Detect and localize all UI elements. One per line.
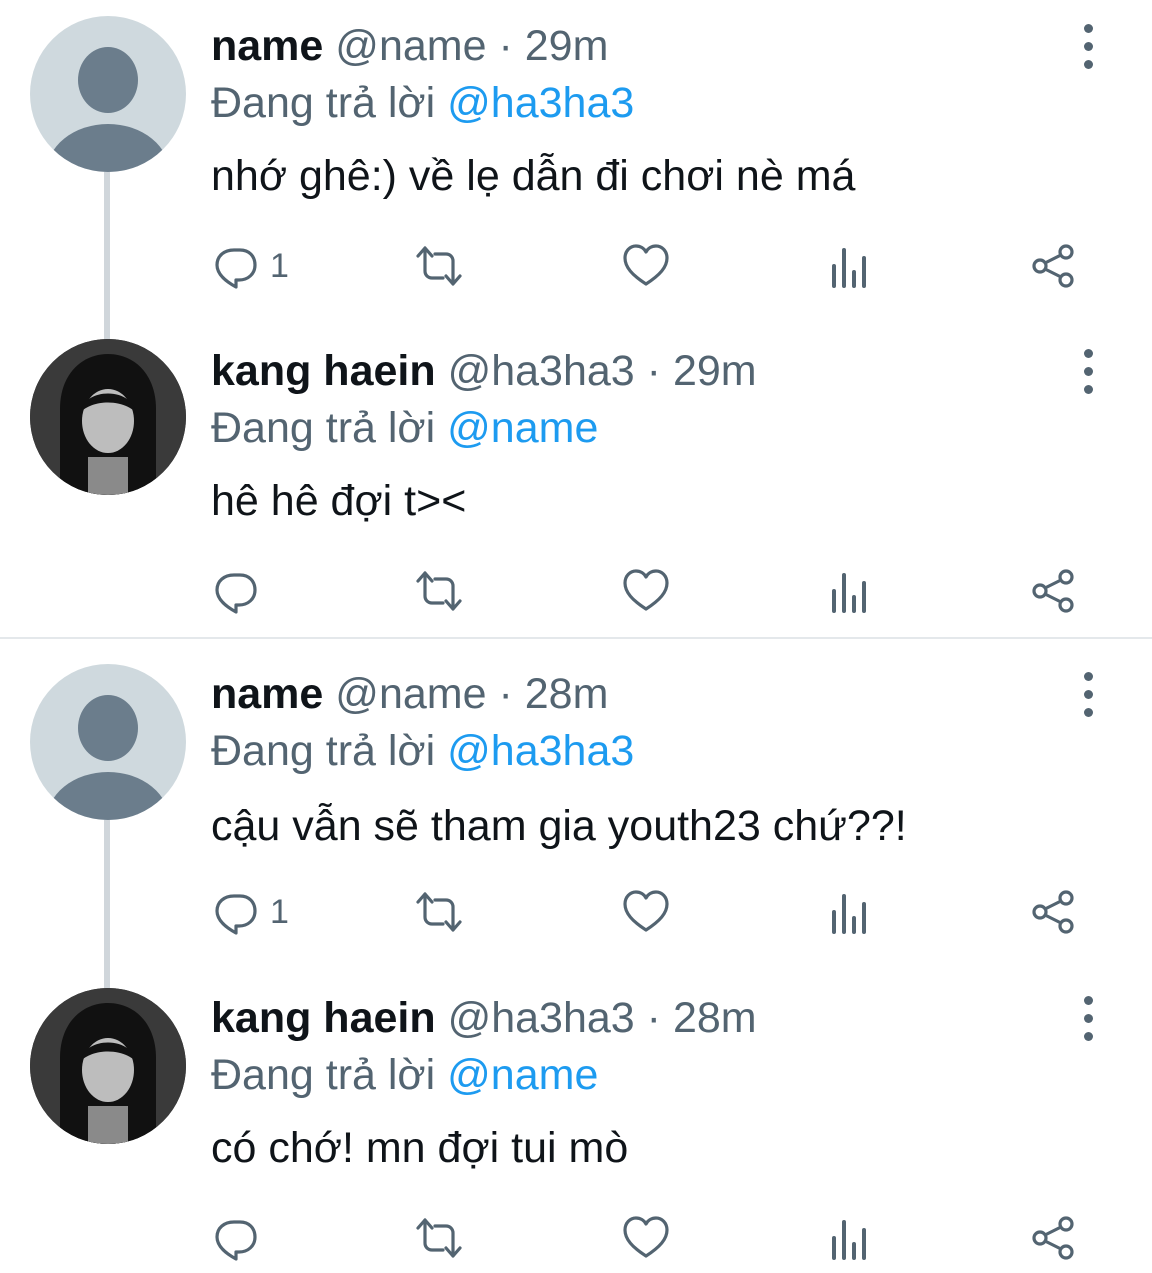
reply-mention[interactable]: @name (447, 1051, 598, 1099)
display-name[interactable]: name (211, 670, 323, 718)
timestamp[interactable]: 29m (673, 347, 757, 395)
like-button[interactable] (622, 561, 670, 621)
reply-icon (215, 1220, 257, 1261)
reply-count: 1 (270, 246, 289, 285)
reply-button[interactable] (212, 1208, 270, 1268)
tweet-text: nhớ ghê:) về lẹ dẫn đi chơi nè má (211, 152, 856, 200)
reply-icon (215, 248, 257, 289)
separator: · (646, 347, 661, 395)
tweet-header: kang haein @ha3ha3 · 29m (211, 345, 757, 397)
tweet-header: name @name · 28m (211, 668, 608, 720)
tweet[interactable]: kang haein @ha3ha3 · 28m Đang trả lời @n… (0, 972, 1152, 1273)
avatar[interactable] (30, 16, 186, 172)
action-bar: 1 (0, 236, 1152, 296)
reply-context: Đang trả lời @ha3ha3 (211, 77, 634, 129)
reply-prefix: Đang trả lời (211, 79, 436, 127)
more-icon[interactable] (1074, 996, 1104, 1042)
views-icon (832, 248, 866, 288)
more-icon[interactable] (1074, 24, 1104, 70)
share-button[interactable] (1030, 1208, 1078, 1268)
reply-mention[interactable]: @name (447, 404, 598, 452)
tweet-text: hê hê đợi t>< (211, 477, 467, 525)
views-icon (832, 894, 866, 934)
views-button[interactable] (826, 236, 874, 296)
username[interactable]: @name (335, 22, 486, 70)
tweet[interactable]: name @name · 28m Đang trả lời @ha3ha3 cậ… (0, 648, 1152, 988)
share-button[interactable] (1030, 561, 1078, 621)
retweet-button[interactable] (415, 561, 463, 621)
timestamp[interactable]: 28m (525, 670, 609, 718)
share-icon (1032, 569, 1074, 613)
avatar[interactable] (30, 664, 186, 820)
retweet-button[interactable] (415, 236, 463, 296)
reply-context: Đang trả lời @ha3ha3 (211, 725, 634, 777)
like-button[interactable] (622, 1208, 670, 1268)
display-name[interactable]: kang haein (211, 347, 436, 395)
reply-context: Đang trả lời @name (211, 1049, 598, 1101)
more-icon[interactable] (1074, 672, 1104, 718)
retweet-button[interactable] (415, 882, 463, 942)
avatar[interactable] (30, 988, 186, 1144)
action-bar: 1 (0, 882, 1152, 942)
reply-mention[interactable]: @ha3ha3 (447, 79, 634, 127)
display-name[interactable]: kang haein (211, 994, 436, 1042)
tweet-header: kang haein @ha3ha3 · 28m (211, 992, 757, 1044)
reply-button[interactable] (212, 561, 270, 621)
like-button[interactable] (622, 882, 670, 942)
reply-context: Đang trả lời @name (211, 402, 598, 454)
reply-prefix: Đang trả lời (211, 404, 436, 452)
retweet-icon (416, 1218, 462, 1258)
reply-mention[interactable]: @ha3ha3 (447, 727, 634, 775)
views-button[interactable] (826, 1208, 874, 1268)
share-icon (1032, 244, 1074, 288)
like-icon (623, 244, 669, 286)
reply-button[interactable]: 1 (212, 236, 289, 296)
share-icon (1032, 890, 1074, 934)
reply-icon (215, 894, 257, 935)
action-bar (0, 1208, 1152, 1268)
username[interactable]: @ha3ha3 (448, 994, 635, 1042)
retweet-icon (416, 892, 462, 932)
timestamp[interactable]: 28m (673, 994, 757, 1042)
separator: · (498, 22, 513, 70)
tweet-text: có chớ! mn đợi tui mò (211, 1124, 629, 1172)
action-bar (0, 561, 1152, 621)
share-button[interactable] (1030, 882, 1078, 942)
separator: · (646, 994, 661, 1042)
conversation-divider (0, 637, 1152, 639)
more-icon[interactable] (1074, 349, 1104, 395)
username[interactable]: @ha3ha3 (448, 347, 635, 395)
timestamp[interactable]: 29m (525, 22, 609, 70)
tweet[interactable]: name @name · 29m Đang trả lời @ha3ha3 nh… (0, 0, 1152, 340)
separator: · (498, 670, 513, 718)
reply-icon (215, 573, 257, 614)
reply-count: 1 (270, 892, 289, 931)
views-icon (832, 573, 866, 613)
reply-prefix: Đang trả lời (211, 1051, 436, 1099)
like-button[interactable] (622, 236, 670, 296)
views-button[interactable] (826, 882, 874, 942)
tweet-header: name @name · 29m (211, 20, 608, 72)
views-icon (832, 1220, 866, 1260)
retweet-icon (416, 571, 462, 611)
share-button[interactable] (1030, 236, 1078, 296)
like-icon (623, 569, 669, 611)
reply-button[interactable]: 1 (212, 882, 289, 942)
tweet[interactable]: kang haein @ha3ha3 · 29m Đang trả lời @n… (0, 325, 1152, 635)
display-name[interactable]: name (211, 22, 323, 70)
retweet-icon (416, 246, 462, 286)
retweet-button[interactable] (415, 1208, 463, 1268)
like-icon (623, 1216, 669, 1258)
share-icon (1032, 1216, 1074, 1260)
tweet-text: cậu vẫn sẽ tham gia youth23 chứ??! (211, 802, 907, 850)
like-icon (623, 890, 669, 932)
views-button[interactable] (826, 561, 874, 621)
avatar[interactable] (30, 339, 186, 495)
username[interactable]: @name (335, 670, 486, 718)
reply-prefix: Đang trả lời (211, 727, 436, 775)
